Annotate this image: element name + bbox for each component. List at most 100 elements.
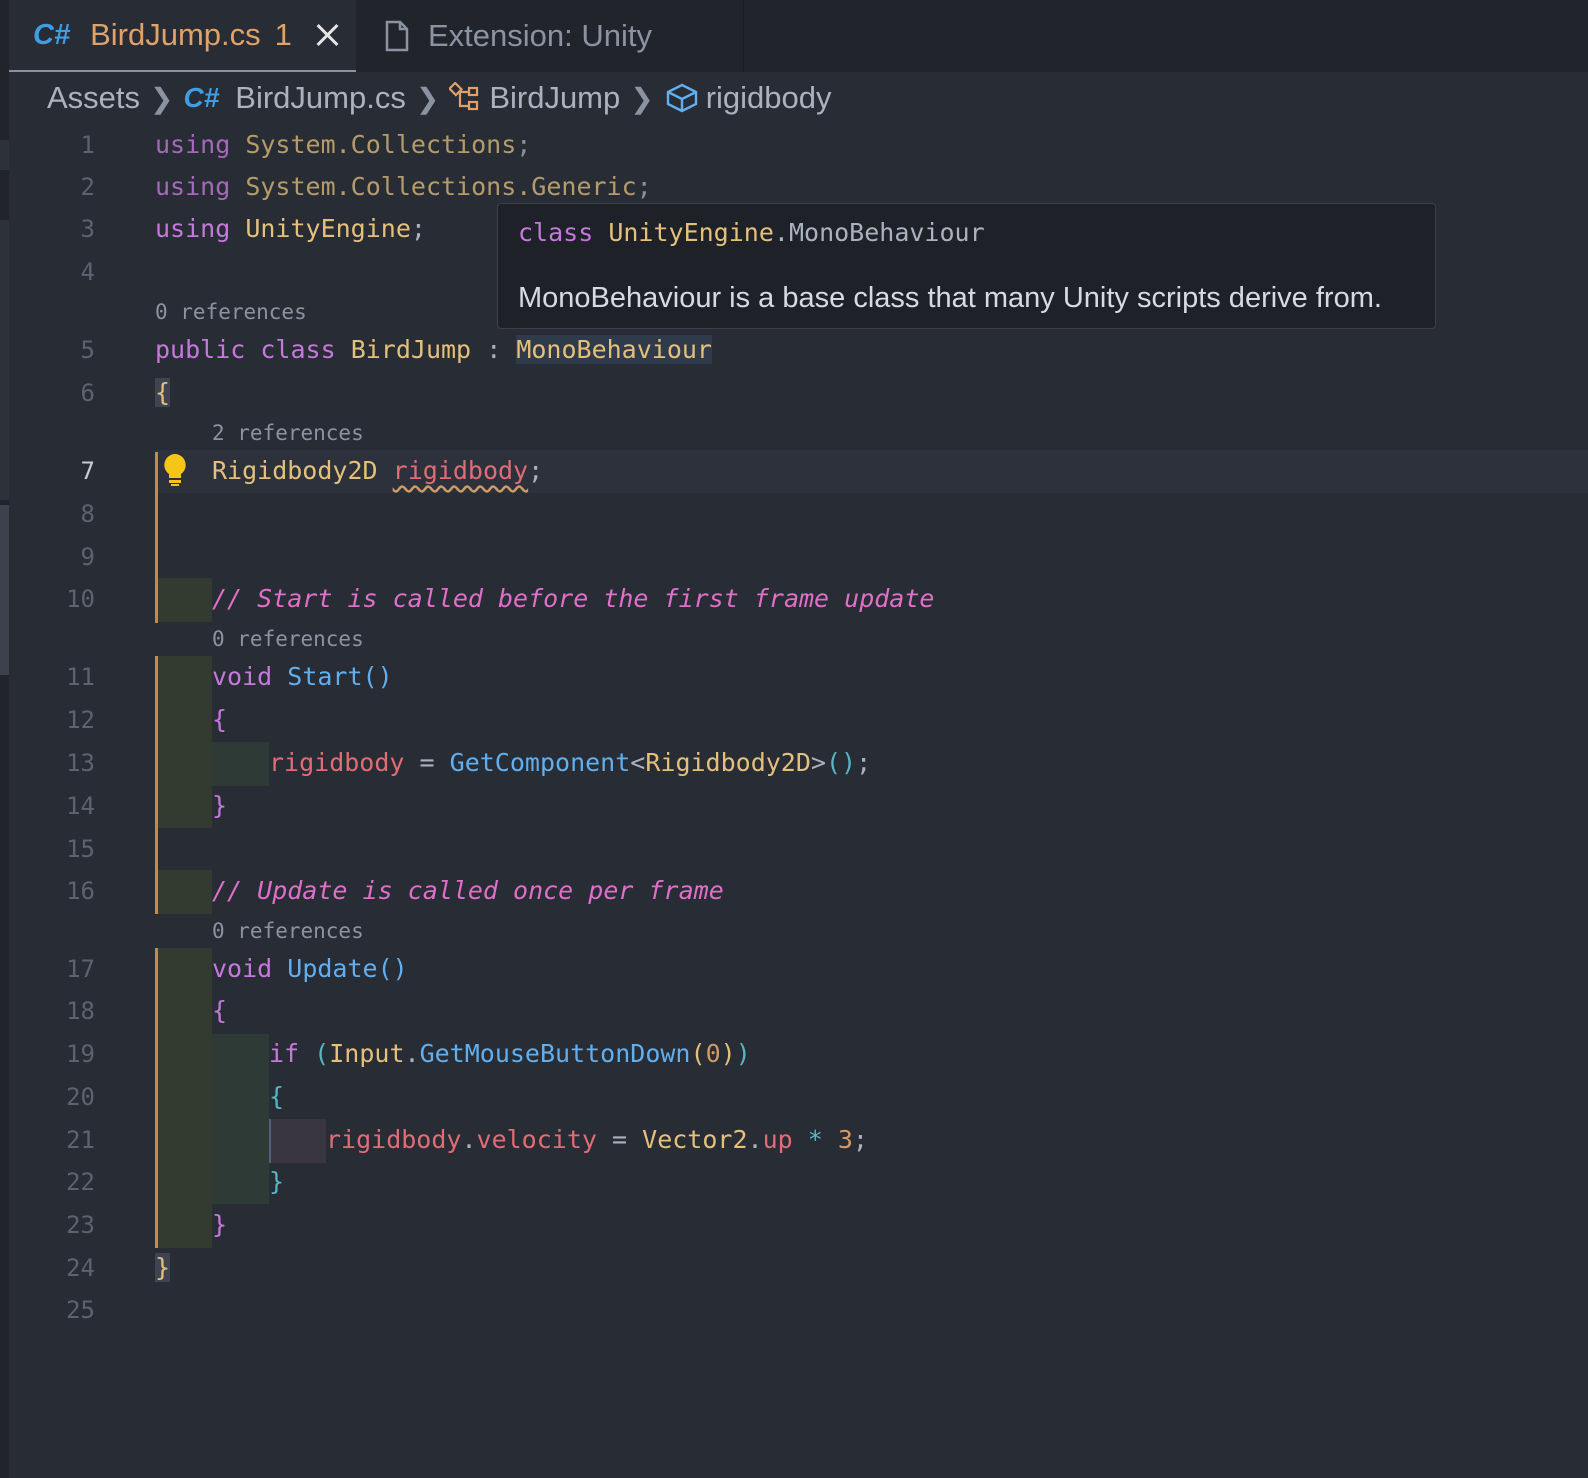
punctuation: () (377, 954, 408, 983)
code-line-12[interactable]: { (212, 699, 227, 741)
code-line-1[interactable]: using System.Collections; (155, 124, 531, 166)
indent-guide (212, 742, 269, 786)
codelens-references[interactable]: 0 references (212, 916, 364, 946)
keyword: class (518, 218, 594, 247)
line-number: 13 (66, 749, 95, 777)
code-line-6[interactable]: { (155, 372, 171, 414)
chevron-right-icon: ❯ (630, 82, 654, 114)
line-number: 1 (80, 131, 95, 159)
line-number: 16 (66, 877, 95, 905)
tab-label: BirdJump.cs (90, 17, 261, 52)
brace: } (155, 1253, 171, 1282)
operator: * (807, 1125, 823, 1154)
tab-label: Extension: Unity (428, 18, 652, 53)
brace: { (269, 1082, 285, 1111)
code-line-16[interactable]: // Update is called once per frame (212, 870, 724, 912)
breadcrumb-folder[interactable]: Assets (47, 80, 140, 116)
code-line-13[interactable]: rigidbody = GetComponent<Rigidbody2D>(); (269, 742, 871, 784)
close-icon[interactable] (314, 22, 340, 48)
punctuation: : (486, 335, 502, 364)
code-line-5[interactable]: public class BirdJump : MonoBehaviour (155, 329, 712, 371)
breadcrumb-class[interactable]: BirdJump (489, 80, 620, 116)
variable: rigidbody (326, 1125, 462, 1154)
indent-guide (155, 870, 212, 914)
code-line-10[interactable]: // Start is called before the first fram… (212, 578, 934, 620)
breadcrumb: Assets ❯ C# BirdJump.cs ❯ BirdJump ❯ rig… (47, 76, 832, 120)
line-number: 20 (66, 1083, 95, 1111)
csharp-icon: C# (33, 18, 71, 51)
code-line-11[interactable]: void Start() (212, 656, 393, 698)
code-editor[interactable]: C# BirdJump.cs 1 Extension: Unity Assets… (0, 0, 1588, 1478)
codelens-references[interactable]: 0 references (212, 624, 364, 654)
line-number: 15 (66, 835, 95, 863)
namespace: UnityEngine (608, 218, 774, 247)
keyword: using (155, 130, 231, 159)
codelens-references[interactable]: 2 references (212, 418, 364, 448)
code-line-19[interactable]: if (Input.GetMouseButtonDown(0)) (269, 1033, 751, 1075)
breadcrumb-file[interactable]: BirdJump.cs (235, 80, 406, 116)
namespace: UnityEngine (245, 214, 411, 243)
code-line-18[interactable]: { (212, 990, 227, 1032)
class-name: MonoBehaviour (788, 218, 985, 247)
punctuation: ) (720, 1039, 736, 1068)
code-line-3[interactable]: using UnityEngine; (155, 208, 426, 250)
lightbulb-icon[interactable] (161, 452, 189, 488)
brace: } (212, 1210, 228, 1239)
keyword: public (155, 335, 246, 364)
namespace: System.Collections (245, 130, 517, 159)
line-number: 5 (80, 336, 95, 364)
line-number: 4 (80, 258, 95, 286)
keyword: using (155, 214, 231, 243)
brace: } (212, 791, 228, 820)
hover-tooltip: class UnityEngine.MonoBehaviour MonoBeha… (497, 203, 1436, 329)
code-line-14[interactable]: } (212, 785, 227, 827)
code-line-21[interactable]: rigidbody.velocity = Vector2.up * 3; (326, 1119, 868, 1161)
method-name: GetMouseButtonDown (419, 1039, 691, 1068)
code-line-20[interactable]: { (269, 1076, 284, 1118)
code-line-17[interactable]: void Update() (212, 948, 408, 990)
namespace: System.Collections.Generic (245, 172, 637, 201)
line-number: 6 (80, 379, 95, 407)
code-line-24[interactable]: } (155, 1247, 171, 1289)
punctuation: ; (528, 456, 544, 485)
line-number: 12 (66, 706, 95, 734)
operator: = (612, 1125, 628, 1154)
class-name: Input (329, 1039, 405, 1068)
comment: // Start is called before the first fram… (212, 584, 935, 613)
number: 3 (837, 1125, 853, 1154)
field-symbol-icon (666, 83, 697, 113)
tab-birdjump[interactable]: C# BirdJump.cs 1 (9, 0, 356, 72)
punctuation: ; (852, 1125, 868, 1154)
keyword: if (269, 1039, 300, 1068)
line-number: 10 (66, 585, 95, 613)
code-line-23[interactable]: } (212, 1204, 227, 1246)
punctuation: ) (735, 1039, 751, 1068)
hover-signature: class UnityEngine.MonoBehaviour (518, 218, 985, 247)
punctuation: ; (410, 214, 426, 243)
keyword: void (212, 662, 273, 691)
variable: rigidbody (269, 748, 405, 777)
brace: { (212, 705, 228, 734)
code-line-7[interactable]: Rigidbody2D rigidbody; (212, 450, 543, 492)
keyword: void (212, 954, 273, 983)
brace: } (269, 1167, 285, 1196)
punctuation: ; (636, 172, 652, 201)
line-number: 23 (66, 1211, 95, 1239)
tab-extension-unity[interactable]: Extension: Unity (356, 0, 744, 72)
field-name-warning: rigidbody (392, 456, 529, 485)
code-line-22[interactable]: } (269, 1161, 284, 1203)
punctuation: ; (856, 748, 872, 777)
method-name: Start (287, 662, 363, 691)
indent-guide (269, 1119, 326, 1163)
breadcrumb-member[interactable]: rigidbody (706, 80, 832, 116)
codelens-references[interactable]: 0 references (155, 297, 307, 327)
problem-count-badge: 1 (274, 17, 292, 52)
csharp-icon: C# (183, 82, 220, 113)
base-class-name[interactable]: MonoBehaviour (516, 335, 712, 364)
indent-guide (155, 656, 212, 828)
line-number: 18 (66, 997, 95, 1025)
line-number: 22 (66, 1168, 95, 1196)
method-name: Update (287, 954, 378, 983)
hover-documentation: MonoBehaviour is a base class that many … (518, 282, 1382, 314)
code-line-2[interactable]: using System.Collections.Generic; (155, 166, 652, 208)
